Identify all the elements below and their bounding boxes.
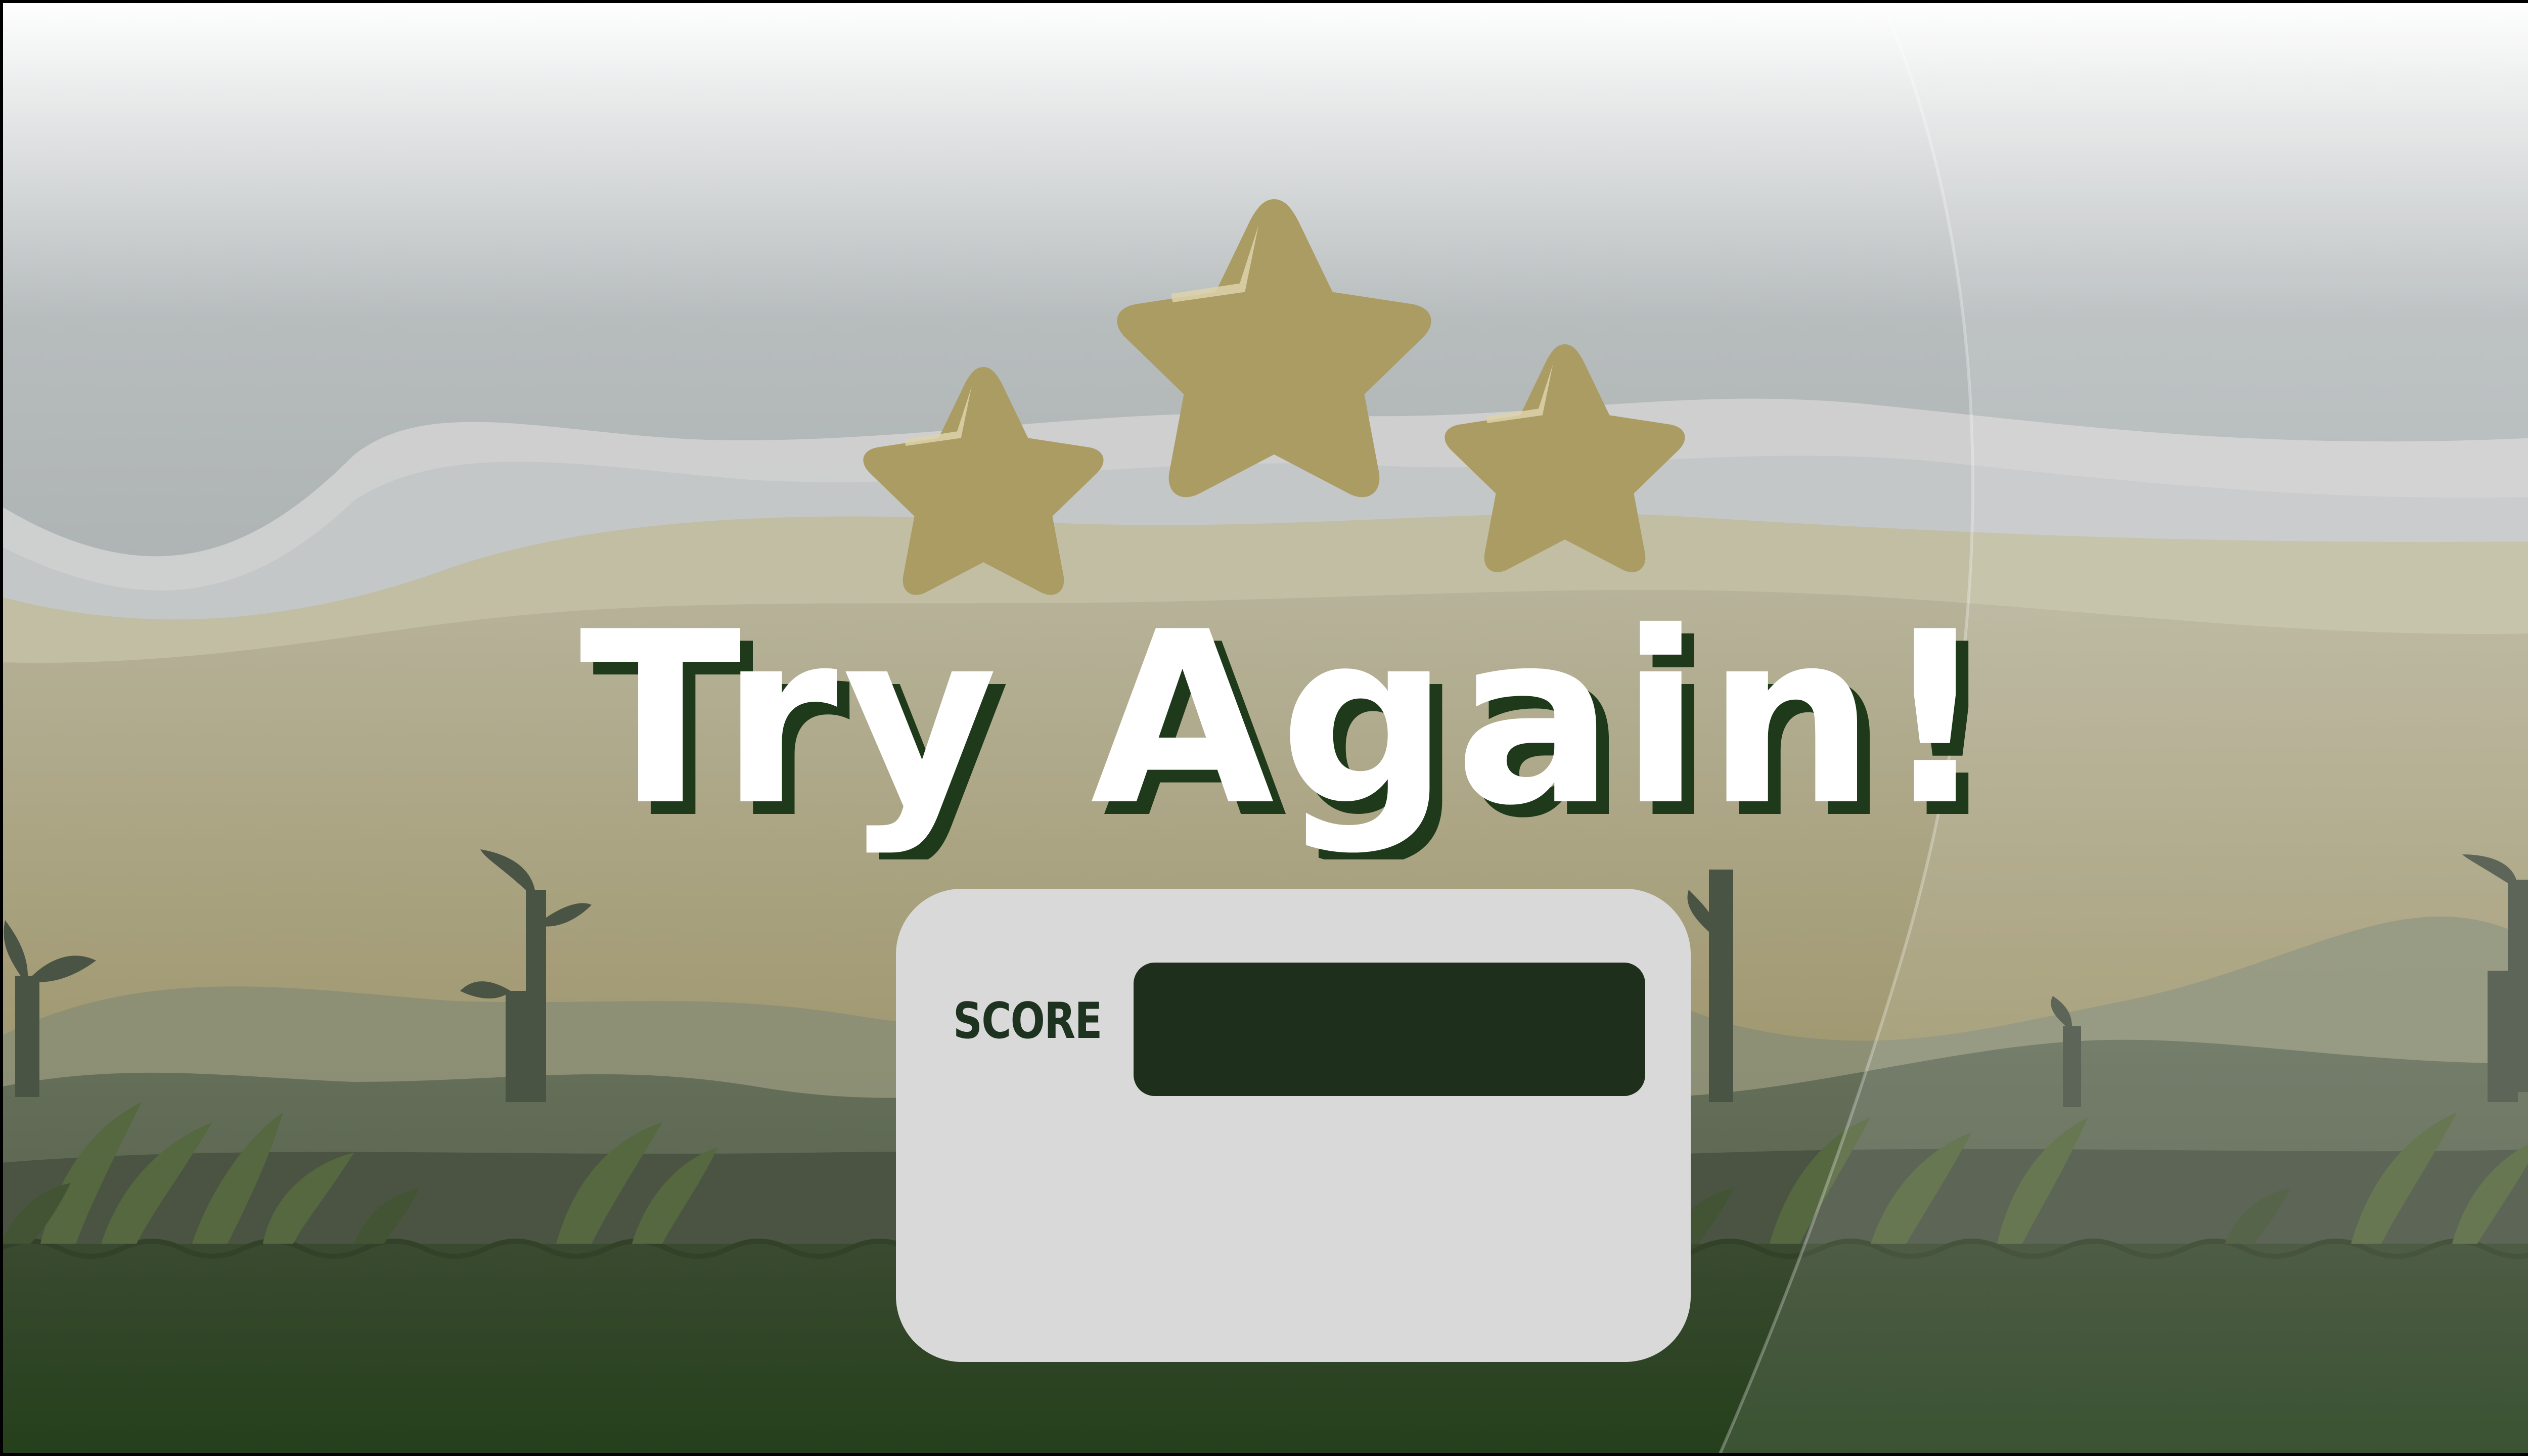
game-result-screen: Try Again! Try Again! SCORE (0, 0, 2528, 1456)
score-value-box (1134, 963, 1645, 1096)
score-label: SCORE (953, 992, 1102, 1050)
result-title-text: Try Again! (579, 597, 1994, 857)
score-panel: SCORE (896, 889, 1691, 1362)
result-title: Try Again! Try Again! (579, 597, 2002, 859)
